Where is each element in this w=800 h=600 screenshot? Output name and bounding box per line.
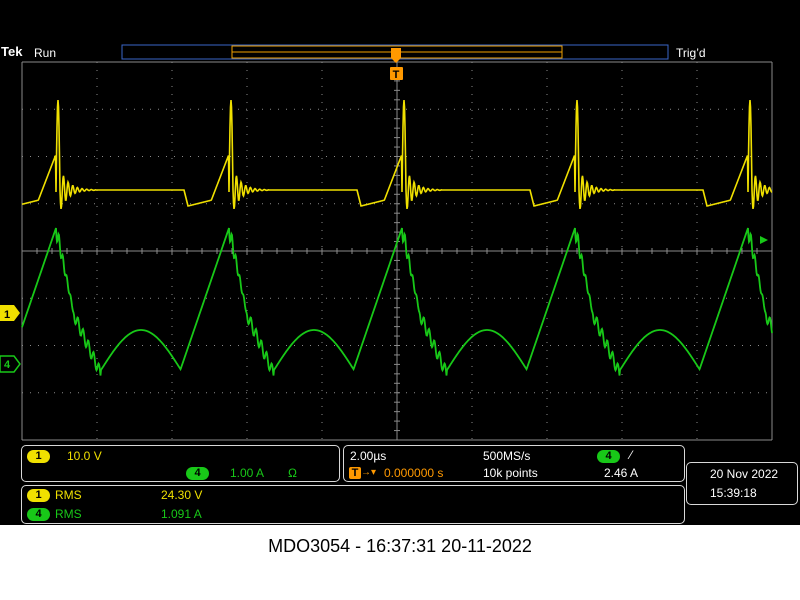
sample-rate: 500MS/s — [483, 449, 531, 463]
trigger-slope-icon: ⁄ — [630, 448, 633, 462]
delay-marker-badge: T — [349, 467, 361, 479]
record-length: 10k points — [483, 466, 538, 480]
oscilloscope-display: T 1 4 Tek Run Trig’d 1 10.0 V 4 1.00 A Ω… — [0, 0, 800, 525]
trigger-status: Trig’d — [676, 46, 706, 60]
graticule — [21, 61, 773, 441]
ch1-ground-label: 1 — [4, 309, 10, 321]
date-display: 20 Nov 2022 — [710, 467, 779, 481]
ch4-ground-label: 4 — [4, 359, 11, 371]
ch1-scale: 10.0 V — [67, 449, 102, 463]
meas1-channel-badge: 1 — [27, 489, 50, 502]
trigger-delay: 0.000000 s — [384, 466, 444, 480]
trigger-level: 2.46 A — [604, 466, 639, 480]
trigger-level-marker[interactable] — [760, 236, 768, 244]
meas2-name: RMS — [55, 507, 82, 521]
timebase: 2.00µs — [350, 449, 387, 463]
meas1-name: RMS — [55, 488, 82, 502]
meas2-channel-badge: 4 — [27, 508, 50, 521]
screenshot-caption: MDO3054 - 16:37:31 20-11-2022 — [268, 536, 532, 556]
ch4-badge: 4 — [186, 467, 209, 480]
delay-arrow-icon: →▾ — [361, 467, 377, 478]
meas1-value: 24.30 V — [161, 488, 203, 502]
trigger-source-badge: 4 — [597, 450, 620, 463]
ch4-scale: 1.00 A — [230, 466, 265, 480]
acquisition-state: Run — [34, 46, 57, 60]
trigger-position-label: T — [393, 69, 400, 81]
ch1-badge: 1 — [27, 450, 50, 463]
time-display: 15:39:18 — [710, 486, 757, 500]
meas2-value: 1.091 A — [161, 507, 202, 521]
brand-logo: Tek — [1, 44, 23, 59]
ch4-unit-symbol: Ω — [288, 466, 297, 480]
measurements-panel[interactable] — [21, 485, 685, 524]
